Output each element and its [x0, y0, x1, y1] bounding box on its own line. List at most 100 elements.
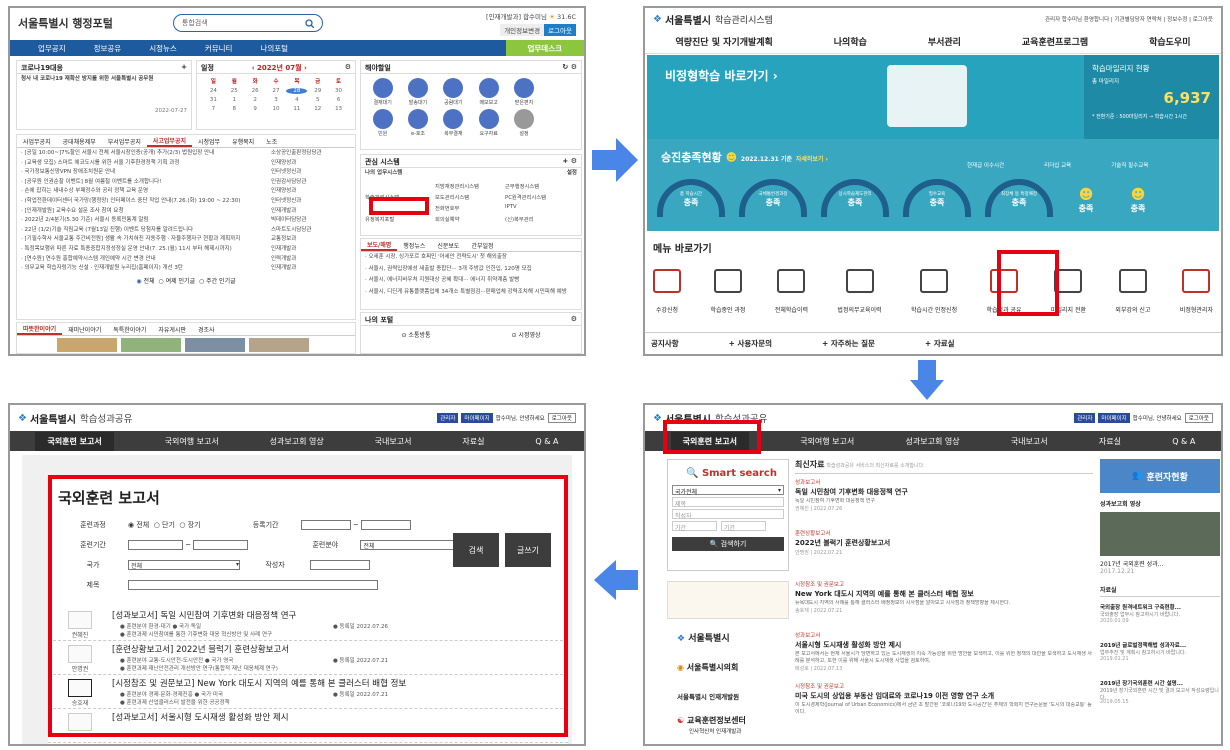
portal-search-box[interactable]: 통합검색 [172, 14, 323, 32]
author-input[interactable]: 작성자 [672, 509, 784, 520]
tab[interactable]: 재미난이야기 [62, 325, 107, 334]
tab-active[interactable]: 따뜻한이야기 [17, 324, 63, 335]
logout-button[interactable]: 로그아웃 [1184, 413, 1213, 423]
calendar-day[interactable]: 4 [286, 97, 307, 103]
video-thumbnail[interactable] [1100, 512, 1220, 556]
portal-search-scope[interactable]: 통합검색 [182, 18, 208, 28]
search-button[interactable]: 🔍 검색하기 [672, 537, 784, 551]
system-link[interactable]: 근무행정시스템 [505, 182, 575, 190]
mypage-link[interactable]: 마이페이지 [1098, 413, 1130, 423]
latest-item[interactable]: 시정참조 및 권문보고 미국 도시의 상업용 부동산 임대료와 코로나19 이전 … [795, 682, 1093, 726]
notice-item[interactable]: · 의무교육 학습자링기능 신설 · 인재개발원 누리집(홈페이지) 개선 3탄 [21, 264, 263, 274]
nav-item[interactable]: 나의학습 [834, 35, 867, 48]
thumbnail[interactable] [57, 338, 117, 352]
calendar-day[interactable]: 3 [266, 97, 287, 103]
period-start-input[interactable]: 기간 [672, 521, 717, 532]
menu-item[interactable]: 학습시간 인정신청 [911, 269, 957, 314]
footer-link[interactable]: + 사용자문의 [729, 338, 772, 349]
tab[interactable]: 공대채용제부 [57, 137, 102, 146]
calendar-day[interactable]: 2 [245, 97, 266, 103]
latest-title[interactable]: 서울시형 도시재생 활성화 방안 제시 [795, 640, 1093, 650]
tab[interactable]: 행정뉴스 [397, 241, 431, 250]
todo-item[interactable]: 설정 [506, 109, 541, 137]
calendar-day-today[interactable]: 28 [286, 88, 308, 94]
footer-link[interactable]: + 자료실 [925, 338, 955, 349]
calendar-day[interactable]: 26 [245, 88, 266, 94]
tab[interactable]: 사업무공지 [17, 137, 57, 146]
nav-item[interactable]: Q & A [535, 437, 558, 446]
system-link[interactable]: 유정복지포털 [365, 215, 435, 223]
side-logo[interactable]: ❖ 서울특별시 [667, 631, 789, 644]
dataset-title[interactable]: 국외출장 원격네트워크 구축현황... [1100, 603, 1220, 611]
system-link[interactable]: 회의실예약 [435, 215, 505, 223]
notice-item[interactable]: · [연수원] 연수원 홍합예약시스템 개인예약 시간 변경 안내 [21, 255, 263, 265]
portal-item[interactable]: ⊙ 소통방통 [401, 330, 430, 339]
notice-item[interactable]: · (학업전환데이터센터 국가망(행정망) 인터페이스 중단 작업 안내(7.2… [21, 197, 263, 207]
todo-item[interactable]: 메모보고 [471, 78, 506, 106]
radio-icon[interactable]: ○ [199, 278, 204, 285]
nav-item[interactable]: 부서관리 [928, 35, 961, 48]
calendar-day[interactable]: 30 [328, 88, 349, 94]
latest-item[interactable]: 성과보고서 서울시형 도시재생 활성화 방안 제시 본 보고서에서는 현재 서울시가… [795, 631, 1093, 675]
schedule-month[interactable]: ‹ 2022년 07월 › [252, 63, 307, 72]
latest-item[interactable]: 훈련상황보고서 2022년 블럭기 훈련상황보고서 안명권 | 2022.07.21 [795, 529, 1093, 573]
thumbnail[interactable] [249, 338, 309, 352]
nav-item[interactable]: 자료실 [462, 436, 484, 447]
calendar-day[interactable]: 24 [203, 88, 224, 94]
calendar-day[interactable]: 27 [266, 88, 287, 94]
banner-title[interactable]: 비정형학습 바로가기 › [665, 67, 778, 84]
calendar-day[interactable]: 12 [307, 106, 328, 112]
nav-item[interactable]: 업무공지 [38, 43, 66, 54]
calendar-day[interactable]: 7 [203, 106, 224, 112]
mypage-link[interactable]: 마이페이지 [461, 413, 493, 423]
tab-active[interactable]: 보도/해명 [361, 240, 398, 251]
notice-item[interactable]: · 22년 (1/2)기술 직림교육 (7월13일 진행) 이벤트 당첨자를 알… [21, 226, 263, 236]
informal-learning-banner[interactable]: 비정형학습 바로가기 › 학습마일리지 현황 총 마일리지 6,937 * 전환… [647, 55, 1219, 139]
calendar-day[interactable]: 31 [203, 97, 224, 103]
nav-item[interactable]: 성과보고회 영상 [270, 436, 324, 447]
menu-item[interactable]: 전체학습이력 [775, 269, 808, 314]
todo-item[interactable]: 민원 [365, 109, 400, 137]
country-select[interactable]: 국가전체 ▾ [672, 485, 784, 496]
nav-item-active[interactable]: 국외훈련 보고서 [35, 431, 114, 451]
admin-link[interactable]: 관리자 [1074, 413, 1096, 423]
nav-item[interactable]: 국외여행 보고서 [165, 436, 219, 447]
todo-item[interactable]: e-호조 [400, 109, 435, 137]
profile-change-button[interactable]: 개인정보변경 [500, 23, 545, 36]
notice-item[interactable]: · 국가정보통신망VPN 장애조치원문 안내 [21, 168, 263, 178]
side-logo[interactable]: ☯ 교육훈련정보센터 인사혁신처 인재개발과 [667, 715, 789, 735]
system-link[interactable]: 전화번호부 [435, 204, 505, 212]
menu-item[interactable]: 수강신청 [653, 269, 681, 314]
latest-title[interactable]: 2022년 블럭기 훈련상황보고서 [795, 538, 1093, 548]
period-end-input[interactable]: 기간 [721, 521, 766, 532]
dataset-item[interactable]: 2019년 글로벌정책해법 성과자료... 업무추진 및 계획시 참고하시기 바랍… [1100, 641, 1220, 673]
radio-icon[interactable]: ○ [158, 278, 163, 285]
tab[interactable]: 신문보도 [431, 241, 465, 250]
portal-item[interactable]: ⊙ 시정영상 [511, 330, 540, 339]
press-item[interactable]: · 오세훈 시장, 싱가포르 호찌민 '어세안 전략도시' 첫 해외출장 [361, 252, 581, 264]
calendar-day[interactable]: 5 [307, 97, 328, 103]
tab[interactable]: 부서업무공지 [102, 137, 147, 146]
todo-item[interactable]: 공람대기 [436, 78, 471, 106]
menu-item[interactable]: 학습중인 과정 [710, 269, 745, 314]
calendar-day[interactable]: 29 [307, 88, 328, 94]
calendar-day[interactable]: 25 [224, 88, 245, 94]
press-item[interactable]: · 서울시, 디딘게 유통플랫폼업체 34개소 특별점검···판매업체 강력조치… [361, 287, 581, 299]
todo-item[interactable]: 받은편지 [506, 78, 541, 106]
tab-active[interactable]: 사고업무공지 [146, 136, 192, 147]
radio-label[interactable]: 주간 인기글 [206, 278, 236, 285]
side-logo[interactable]: 서울특별시 인재개발원 [667, 691, 789, 701]
tab[interactable]: 경조사 [192, 325, 221, 334]
admin-link[interactable]: 관리자 [437, 413, 459, 423]
menu-item[interactable]: 외부강의 신고 [1115, 269, 1150, 314]
system-link[interactable]: PC원격관리시스템 [505, 193, 575, 201]
notice-item[interactable]: · [인재개발원] 교육수요 설문 조사 참여 요청 [21, 207, 263, 217]
tab[interactable]: 자유게시판 [152, 325, 192, 334]
press-item[interactable]: · 서울시, 에너지바우처 지원대상 공혜 확대··· 에너지 취약계층 발빵 [361, 275, 581, 287]
thumbnail[interactable] [185, 338, 245, 352]
todo-item[interactable]: 복무결재 [436, 109, 471, 137]
nav-item[interactable]: 커뮤니티 [205, 43, 233, 54]
footer-link[interactable]: + 자주하는 질문 [822, 338, 875, 349]
trainee-status-button[interactable]: 👥 훈련자현황 [1100, 459, 1220, 493]
promo-banner[interactable] [667, 581, 789, 619]
